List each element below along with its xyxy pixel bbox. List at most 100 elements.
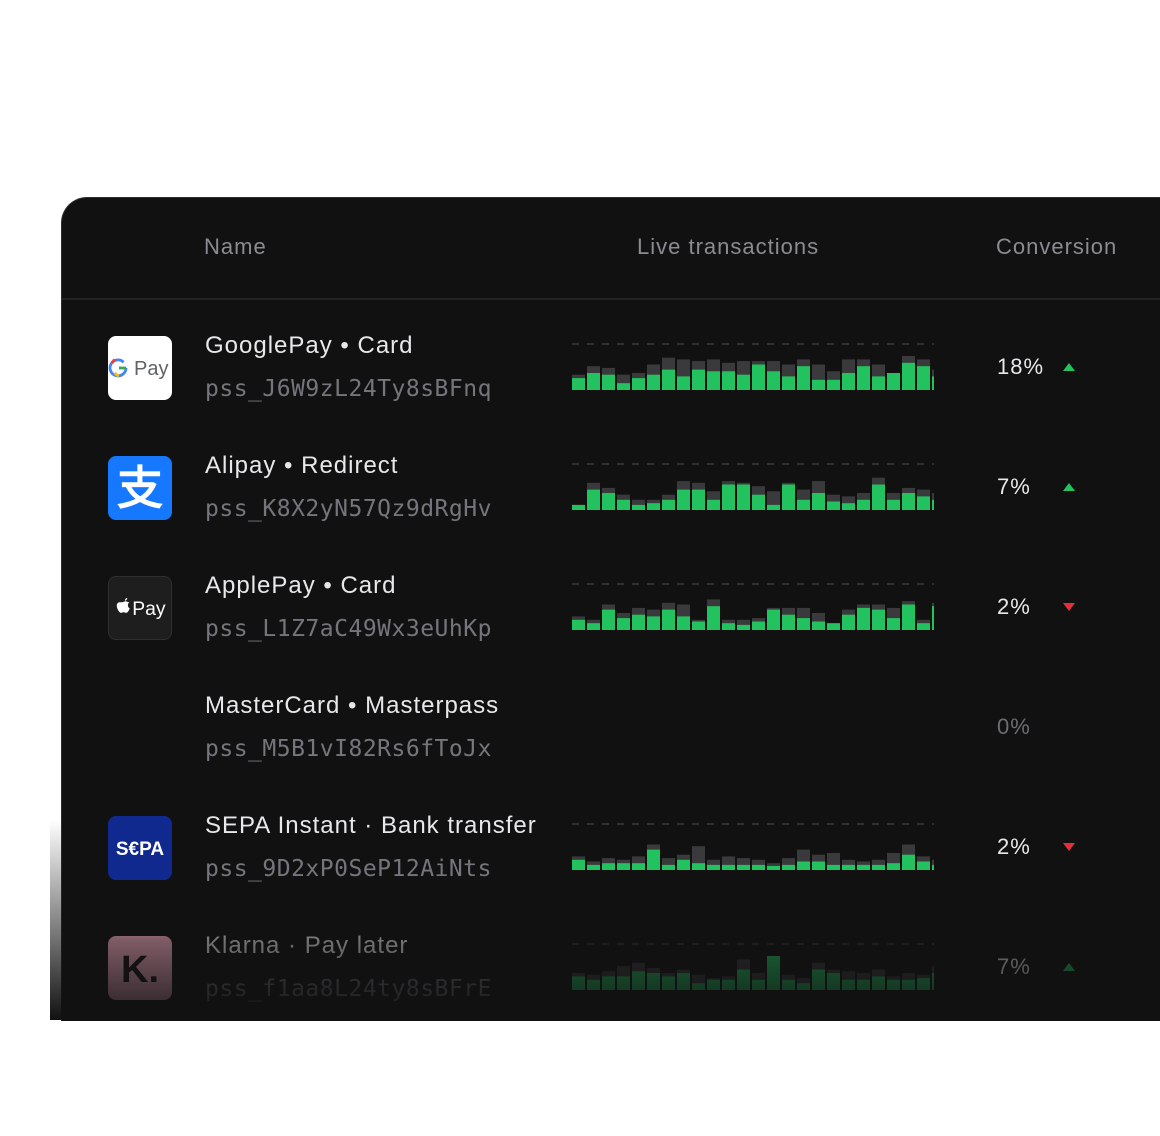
sparkline-bar-success — [737, 374, 750, 390]
trend-up-icon — [1063, 963, 1075, 971]
trend-up-icon — [1063, 483, 1075, 491]
sparkline-bar-success — [647, 503, 660, 510]
sparkline-bar-success — [767, 866, 780, 870]
table-row[interactable]: S€PA SEPA Instant · Bank transfer pss_9D… — [62, 798, 1160, 918]
sparkline-bar-success — [677, 489, 690, 510]
sparkline-bar-success — [647, 616, 660, 630]
method-id: pss_K8X2yN57Qz9dRgHv — [205, 496, 492, 522]
sparkline-bar-success — [782, 979, 795, 990]
sparkline-bar-success — [602, 976, 615, 990]
sparkline-bar-success — [752, 494, 765, 510]
sparkline-bar-success — [767, 504, 780, 510]
sparkline-bar-success — [722, 623, 735, 630]
sparkline-bar-success — [707, 499, 720, 510]
table-row[interactable]: MasterCard • Masterpass pss_M5B1vI82Rs6f… — [62, 678, 1160, 798]
sparkline-bar-success — [632, 863, 645, 870]
trend-down-icon — [1063, 843, 1075, 851]
sparkline-bar-success — [857, 607, 870, 630]
sparkline-bar-success — [692, 983, 705, 990]
payment-methods-panel: Name Live transactions Conversion Pay Go… — [61, 197, 1160, 1021]
sparkline-bar-success — [617, 976, 630, 990]
conversion-value: 2% — [997, 834, 1031, 859]
sparkline-bar-success — [692, 369, 705, 390]
conversion-value: 7% — [997, 474, 1031, 499]
sparkline-bar-success — [662, 976, 675, 990]
sparkline-bar-success — [572, 619, 585, 630]
table-row[interactable]: Pay ApplePay • Card pss_L1Z7aC49Wx3eUhKp… — [62, 558, 1160, 678]
sparkline-bar-success — [677, 859, 690, 870]
sparkline-bar-success — [692, 621, 705, 630]
sparkline-bar-success — [587, 864, 600, 870]
sparkline-bar-success — [917, 861, 930, 870]
sparkline-bar-success — [572, 378, 585, 390]
sparkline-bar-success — [722, 371, 735, 390]
sparkline-bar-success — [737, 969, 750, 990]
sparkline-bar-success — [857, 499, 870, 510]
sparkline-bar-success — [662, 369, 675, 390]
column-header-live-transactions[interactable]: Live transactions — [637, 234, 819, 260]
sparkline-bar-success — [677, 376, 690, 390]
sparkline-bar-success — [842, 864, 855, 870]
sparkline-bar-success — [857, 864, 870, 870]
live-transactions-sparkline — [572, 823, 934, 870]
google-pay-logo-text: Pay — [134, 358, 168, 380]
conversion-value: 0% — [997, 714, 1031, 739]
sparkline-bar-success — [587, 623, 600, 630]
sparkline-bar-success — [572, 859, 585, 870]
sparkline-bar-success — [752, 364, 765, 390]
sparkline-bar-success — [812, 621, 825, 630]
sparkline-bar-success — [917, 623, 930, 630]
sparkline-bar-success — [827, 973, 840, 990]
method-name: MasterCard • Masterpass — [205, 692, 500, 719]
sparkline-bar-success — [797, 366, 810, 390]
sparkline-bar-success — [932, 606, 934, 630]
sparkline-bar-success — [902, 493, 915, 510]
sparkline-bar-success — [722, 864, 735, 870]
sparkline-bar-success — [707, 979, 720, 990]
live-transactions-sparkline — [572, 943, 934, 990]
table-row[interactable]: 支 Alipay • Redirect pss_K8X2yN57Qz9dRgHv… — [62, 438, 1160, 558]
live-transactions-sparkline — [572, 343, 934, 390]
sparkline-bar-success — [842, 979, 855, 990]
sparkline-bar-success — [917, 978, 930, 990]
sparkline-bar-success — [887, 618, 900, 630]
sparkline-bar-success — [632, 614, 645, 630]
sparkline-bar-success — [632, 378, 645, 390]
sparkline-bar-success — [902, 362, 915, 390]
klarna-logo-text: K. — [121, 949, 159, 991]
sparkline-bar-success — [872, 609, 885, 630]
sparkline-bar-success — [797, 499, 810, 510]
sparkline-bar-success — [782, 614, 795, 630]
conversion-value: 2% — [997, 594, 1031, 619]
sparkline-bar-success — [722, 484, 735, 510]
sparkline-bar-success — [602, 863, 615, 870]
table-row[interactable]: Pay GooglePay • Card pss_J6W9zL24Ty8sBFn… — [62, 318, 1160, 438]
table-row[interactable]: K. Klarna · Pay later pss_f1aa8L24ty8sBF… — [62, 918, 1160, 1021]
sparkline-bar-success — [797, 618, 810, 630]
sparkline-bar-success — [647, 374, 660, 390]
method-id: pss_M5B1vI82Rs6fToJx — [205, 736, 492, 762]
sparkline-bar-success — [782, 484, 795, 510]
method-name: Klarna · Pay later — [205, 932, 409, 959]
method-id: pss_f1aa8L24ty8sBFrE — [205, 976, 492, 1002]
live-transactions-sparkline — [572, 463, 934, 510]
sparkline-bar-success — [767, 956, 780, 990]
sepa-logo-text: S€PA — [116, 839, 165, 860]
sparkline-bar-success — [602, 374, 615, 390]
sparkline-bar-success — [632, 504, 645, 510]
sparkline-bar-success — [842, 503, 855, 510]
sparkline-bar-success — [887, 373, 900, 390]
sparkline-bar-success — [872, 864, 885, 870]
sparkline-bar-success — [902, 604, 915, 630]
sepa-logo: S€PA — [108, 816, 172, 880]
sparkline-bar-success — [677, 616, 690, 630]
sparkline-bar-success — [647, 849, 660, 870]
sparkline-bar-success — [752, 979, 765, 990]
alipay-logo: 支 — [108, 456, 172, 520]
sparkline-bar-success — [707, 864, 720, 870]
sparkline-bar-success — [602, 493, 615, 510]
sparkline-bar-success — [737, 624, 750, 630]
column-header-conversion[interactable]: Conversion — [996, 234, 1117, 260]
trend-up-icon — [1063, 363, 1075, 371]
column-header-name[interactable]: Name — [204, 234, 267, 260]
